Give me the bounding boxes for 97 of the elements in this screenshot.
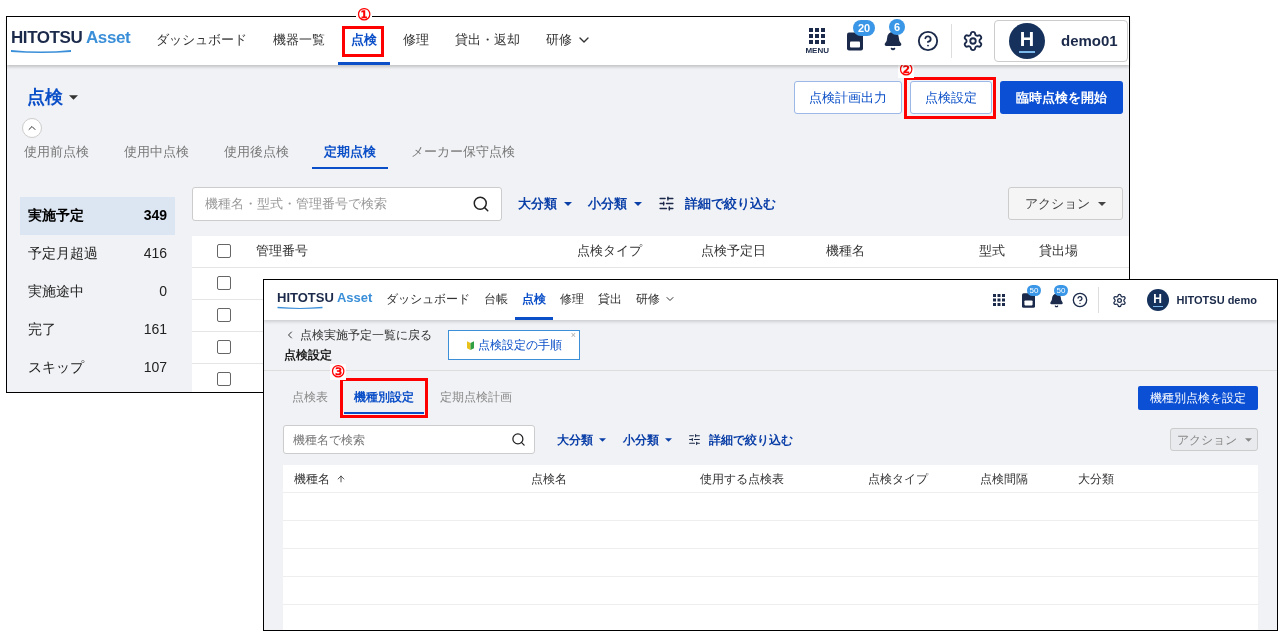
search-icon[interactable] [511, 432, 526, 447]
nav-item[interactable]: ダッシュボード [143, 17, 260, 65]
column-header: 型式 [979, 242, 1006, 261]
filter-dropdown[interactable]: 大分類 [557, 430, 606, 449]
column-header: 管理番号 [256, 242, 309, 261]
checkbox[interactable] [217, 276, 231, 290]
caret-down-icon [665, 437, 672, 442]
count-badge: 50 [1026, 284, 1042, 296]
count-badge: 6 [889, 19, 906, 35]
logo-swoosh-icon [11, 49, 71, 53]
user-avatar[interactable]: H [1009, 23, 1045, 59]
column-header: 使用する点検表 [700, 470, 784, 488]
tab[interactable]: 機種別設定 [344, 382, 424, 414]
annotation-number: ③ [330, 364, 346, 380]
search-icon[interactable] [472, 194, 490, 213]
annotation-frame [342, 26, 384, 57]
column-header: 機種名 [826, 242, 866, 261]
detail-filter-button[interactable]: 詳細で絞り込む [658, 193, 776, 214]
user-menu[interactable]: H demo01 [994, 20, 1128, 62]
column-header: 点検タイプ [868, 470, 928, 488]
detail-filter-button[interactable]: 詳細で絞り込む [688, 430, 793, 449]
nav-item[interactable]: 貸出 [591, 280, 629, 320]
settings-icon[interactable] [962, 30, 984, 52]
grid-menu-icon[interactable] [809, 27, 826, 44]
nav-item[interactable]: 研修 [533, 17, 605, 65]
primary-button[interactable]: 臨時点検を開始 [1000, 81, 1123, 114]
status-filter-item[interactable]: 実施途中 0 [20, 272, 175, 311]
grid-menu-icon[interactable] [992, 294, 1005, 306]
nav-item[interactable]: 台帳 [477, 280, 515, 320]
outline-button[interactable]: 点検計画出力 [794, 81, 902, 114]
filter-dropdown[interactable]: 大分類 [518, 193, 572, 214]
action-dropdown[interactable]: アクション [1008, 187, 1123, 220]
caret-down-icon [1098, 201, 1106, 206]
count-badge: 20 [853, 19, 876, 36]
page-title[interactable]: 点検 [27, 84, 78, 111]
guide-card[interactable]: 点検設定の手順 × [448, 330, 580, 360]
column-header: 点検名 [531, 470, 567, 488]
nav-item[interactable]: 機器一覧 [260, 17, 338, 65]
nav-item[interactable]: 修理 [553, 280, 591, 320]
tab[interactable]: 使用後点検 [212, 142, 301, 169]
column-header[interactable]: 機種名 [294, 469, 330, 488]
bell-icon[interactable] [1048, 292, 1064, 308]
tab[interactable]: 使用中点検 [112, 142, 201, 169]
checkbox[interactable] [217, 372, 231, 386]
search-field[interactable]: 機種名で検索 [283, 425, 535, 454]
filter-dropdown[interactable]: 小分類 [623, 430, 672, 449]
settings-icon[interactable] [1111, 292, 1127, 308]
caret-down-icon [1244, 437, 1252, 442]
status-filter-item[interactable]: スキップ 107 [20, 348, 175, 387]
filter-dropdown[interactable]: 小分類 [588, 193, 642, 214]
beginner-mark-icon [466, 340, 474, 350]
column-header: 点検間隔 [980, 470, 1028, 488]
primary-button[interactable]: 機種別点検を設定 [1138, 386, 1258, 410]
nav-item[interactable]: 点検 [515, 280, 553, 320]
outline-button[interactable]: 点検設定 [910, 81, 992, 114]
caret-down-icon [564, 201, 572, 206]
checkbox[interactable] [217, 244, 231, 258]
tablet-device-icon[interactable] [1021, 292, 1035, 308]
column-header: 貸出場 [1039, 242, 1079, 261]
collapse-button[interactable] [22, 118, 42, 138]
caret-down-icon [634, 201, 642, 206]
checkbox[interactable] [217, 340, 231, 354]
nav-item[interactable]: 貸出・返却 [442, 17, 533, 65]
column-header: 点検予定日 [701, 242, 767, 261]
user-name: HITOTSU demo [1176, 292, 1257, 308]
menu-label: MENU [805, 46, 829, 55]
nav-item[interactable]: 研修 [629, 280, 683, 320]
annotation-number: ① [356, 7, 372, 23]
logo-swoosh-icon [277, 306, 323, 309]
user-name: demo01 [1061, 30, 1118, 51]
caret-down-icon [599, 437, 606, 442]
sort-ascending-icon[interactable] [336, 473, 346, 484]
column-header: 点検タイプ [577, 242, 644, 261]
sliders-icon [658, 195, 675, 212]
tab[interactable]: 定期点検 [312, 142, 388, 169]
help-icon[interactable] [917, 30, 939, 52]
tab[interactable]: メーカー保守点検 [399, 142, 527, 169]
nav-item[interactable]: ダッシュボード [379, 280, 477, 320]
caret-down-icon [69, 95, 78, 100]
tab[interactable]: 使用前点検 [12, 142, 101, 169]
column-header: 大分類 [1078, 470, 1114, 488]
status-filter-item[interactable]: 予定月超過 416 [20, 234, 175, 273]
bell-icon[interactable] [883, 31, 903, 51]
status-filter-item[interactable]: 完了 161 [20, 310, 175, 349]
logo[interactable]: HITOTSU Asset [277, 291, 379, 304]
count-badge: 50 [1053, 284, 1069, 296]
help-icon[interactable] [1071, 292, 1088, 308]
back-link[interactable]: 点検実施予定一覧に戻る [284, 326, 432, 344]
checkbox[interactable] [217, 308, 231, 322]
sliders-icon [688, 433, 701, 446]
user-avatar[interactable]: H [1146, 289, 1169, 311]
logo[interactable]: HITOTSU Asset [11, 29, 143, 46]
search-field[interactable]: 機種名・型式・管理番号で検索 [192, 186, 502, 221]
nav-item[interactable]: 修理 [390, 17, 442, 65]
tablet-device-icon[interactable] [847, 31, 863, 51]
status-filter-item[interactable]: 実施予定 349 [20, 196, 175, 235]
page-title: 点検設定 [284, 347, 333, 364]
